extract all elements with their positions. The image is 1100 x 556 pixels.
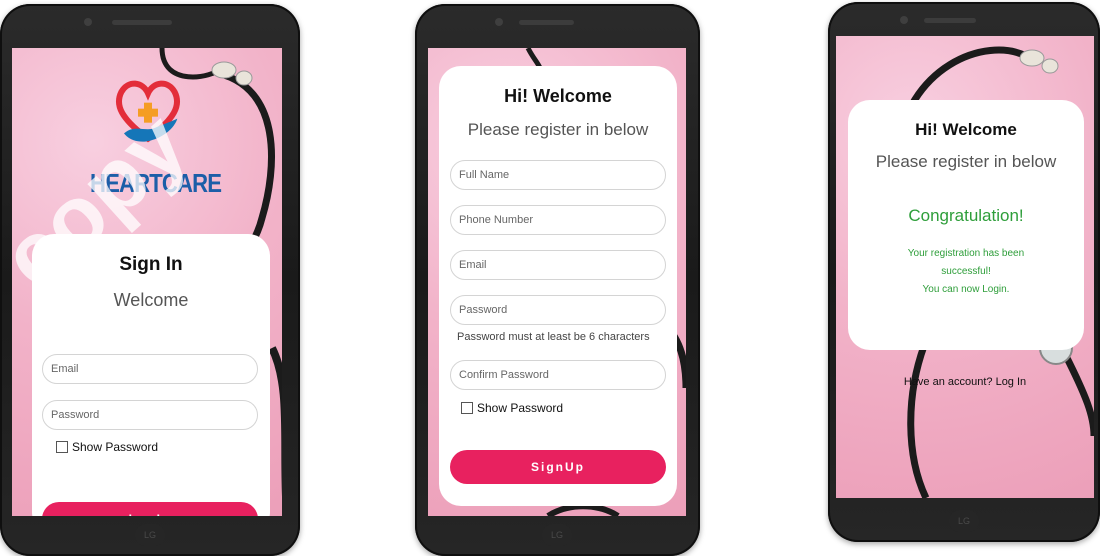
login-link[interactable]: Have an account? Log In xyxy=(836,376,1094,388)
checkbox-icon[interactable] xyxy=(461,402,473,414)
signin-card: Sign In Welcome Email Password Show Pass… xyxy=(32,234,270,516)
brand-wordmark: HEARTCARE xyxy=(90,168,222,198)
signin-subtitle: Welcome xyxy=(113,290,189,310)
show-password-label: Show Password xyxy=(477,401,564,415)
success-card: Hi! Welcome Please register in below Con… xyxy=(848,100,1084,350)
success-message-1: Your registration has been xyxy=(907,248,1025,259)
show-password-checkbox[interactable]: Show Password xyxy=(461,401,563,415)
success-title: Hi! Welcome xyxy=(915,120,1017,139)
phone-speaker xyxy=(112,20,172,25)
phone-speaker xyxy=(924,18,976,23)
register-subtitle: Please register in below xyxy=(467,120,649,139)
checkbox-icon[interactable] xyxy=(56,441,68,453)
phone-camera xyxy=(495,18,503,26)
email-input[interactable]: Email xyxy=(42,354,258,384)
phone-signin: HEARTCARE Sign In Welcome Email Password… xyxy=(0,4,300,556)
signin-screen: HEARTCARE Sign In Welcome Email Password… xyxy=(12,48,282,516)
success-screen: Hi! Welcome Please register in below Con… xyxy=(836,36,1094,498)
success-message-3: You can now Login. xyxy=(922,284,1010,295)
phone-success: Hi! Welcome Please register in below Con… xyxy=(828,2,1100,542)
password-input[interactable]: Password xyxy=(42,400,258,430)
show-password-label: Show Password xyxy=(72,440,159,454)
register-card: Hi! Welcome Please register in below Ful… xyxy=(439,66,677,506)
password-hint: Password must at least be 6 characters xyxy=(457,331,650,343)
heartcare-logo-icon xyxy=(115,80,181,143)
fullname-input[interactable]: Full Name xyxy=(450,160,666,190)
register-screen: Hi! Welcome Please register in below Ful… xyxy=(428,48,686,516)
phone-speaker xyxy=(519,20,574,25)
device-logo: LG xyxy=(542,524,572,546)
phone-input[interactable]: Phone Number xyxy=(450,205,666,235)
signin-title: Sign In xyxy=(119,254,183,275)
device-logo: LG xyxy=(949,510,979,532)
success-subtitle: Please register in below xyxy=(875,152,1057,171)
register-title: Hi! Welcome xyxy=(504,86,612,106)
password-input[interactable]: Password xyxy=(450,295,666,325)
congrats-heading: Congratulation! xyxy=(908,206,1024,225)
confirm-password-input[interactable]: Confirm Password xyxy=(450,360,666,390)
login-button[interactable]: LogIn xyxy=(42,502,258,516)
success-message-2: successful! xyxy=(941,266,991,277)
phone-register: Hi! Welcome Please register in below Ful… xyxy=(415,4,700,556)
signup-button[interactable]: SignUp xyxy=(450,450,666,484)
phone-camera xyxy=(84,18,92,26)
phone-camera xyxy=(900,16,908,24)
device-logo: LG xyxy=(135,524,165,546)
email-input[interactable]: Email xyxy=(450,250,666,280)
show-password-checkbox[interactable]: Show Password xyxy=(56,440,158,454)
